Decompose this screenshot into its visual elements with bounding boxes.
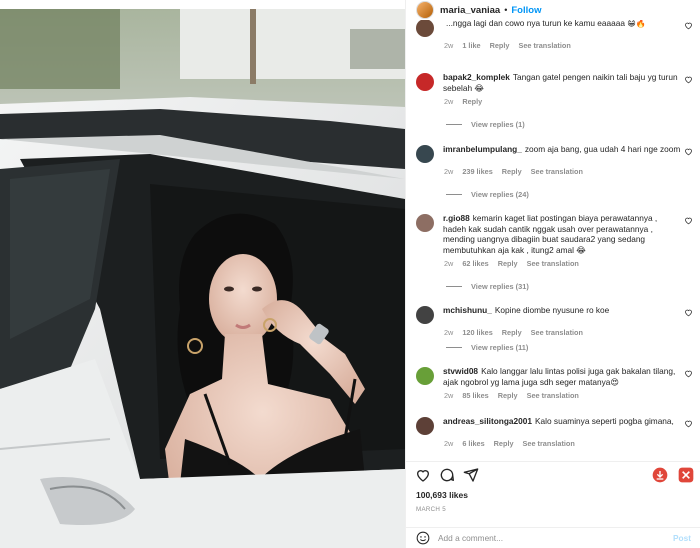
comment-username[interactable]: stvwid08 [443,366,478,376]
comment-text: bapak2_komplek Tangan gatel pengen naikin… [443,72,678,93]
view-replies-button[interactable]: View replies (11) [446,343,528,352]
view-replies-line [446,347,462,348]
reply-button[interactable]: Reply [462,97,482,106]
comment-meta: 2w 6 likes Reply See translation [444,439,700,448]
avatar[interactable] [416,417,434,435]
save-app-icon[interactable] [678,467,694,483]
view-replies-button[interactable]: View replies (24) [446,190,529,199]
share-icon[interactable] [463,467,479,483]
follow-button[interactable]: Follow [511,5,541,16]
comment-text: mchishunu_ Kopine diombe nyusune ro koe [443,305,610,315]
author-avatar[interactable] [416,1,434,19]
list-item: r.gio88 kemarin kaget liat postingan biay… [406,213,700,268]
comment-username[interactable]: imranbelumpulang_ [443,144,522,154]
comment-text: ...ngga lagi dan cowo nya turun ke kamu … [446,20,647,28]
comment-text: imranbelumpulang_ zoom aja bang, gua udah… [443,144,681,154]
list-item: andreas_silitonga2001 Kalo suaminya seper… [406,416,700,448]
post-comment-button[interactable]: Post [673,533,691,543]
comment-meta: 2w 239 likes Reply See translation [444,167,700,176]
reply-button[interactable]: Reply [498,259,518,268]
list-item: ...ngga lagi dan cowo nya turun ke kamu … [406,20,700,50]
reply-button[interactable]: Reply [490,41,510,50]
list-item: stvwid08 Kalo langgar lalu lintas polisi … [406,366,700,400]
see-translation-button[interactable]: See translation [523,439,575,448]
avatar[interactable] [416,214,434,232]
see-translation-button[interactable]: See translation [518,41,570,50]
avatar[interactable] [416,20,434,37]
reply-button[interactable]: Reply [494,439,514,448]
comment-input[interactable] [438,533,658,543]
comment-text: stvwid08 Kalo langgar lalu lintas polisi … [443,366,676,387]
comments-list[interactable]: ...ngga lagi dan cowo nya turun ke kamu … [406,20,700,460]
comment-username[interactable]: mchishunu_ [443,305,492,315]
like-comment-heart-icon[interactable] [684,216,693,225]
comment-meta: 2w Reply [444,97,700,106]
list-item: bapak2_komplek Tangan gatel pengen naikin… [406,72,700,106]
comment-time: 2w [444,439,454,448]
post-sidebar: maria_vaniaa • Follow ...ngga lagi dan c… [405,0,700,548]
author-username[interactable]: maria_vaniaa [440,5,500,16]
view-replies-button[interactable]: View replies (1) [446,120,525,129]
view-replies-line [446,194,462,195]
list-item: mchishunu_ Kopine diombe nyusune ro koe 2… [406,305,700,337]
comment-time: 2w [444,391,454,400]
download-app-icon[interactable] [652,467,668,483]
post-header: maria_vaniaa • Follow [406,0,700,20]
like-comment-heart-icon[interactable] [684,75,693,84]
comment-time: 2w [444,259,454,268]
comment-likes[interactable]: 120 likes [462,328,492,337]
avatar[interactable] [416,367,434,385]
header-separator: • [504,5,508,15]
see-translation-button[interactable]: See translation [531,167,583,176]
comment-time: 2w [444,328,454,337]
like-comment-heart-icon[interactable] [684,147,693,156]
reply-button[interactable]: Reply [498,391,518,400]
post-date[interactable]: MARCH 5 [416,506,446,513]
comment-likes[interactable]: 239 likes [462,167,492,176]
comment-icon[interactable] [439,467,455,483]
like-comment-heart-icon[interactable] [684,369,693,378]
like-comment-heart-icon[interactable] [684,308,693,317]
avatar[interactable] [416,73,434,91]
comment-username[interactable]: r.gio88 [443,213,470,223]
comment-meta: 2w 1 like Reply See translation [444,41,700,50]
see-translation-button[interactable]: See translation [527,259,579,268]
reply-button[interactable]: Reply [502,167,522,176]
comment-username[interactable]: bapak2_komplek [443,72,510,82]
emoji-icon[interactable] [416,531,430,545]
view-replies-button[interactable]: View replies (31) [446,282,529,291]
comment-likes[interactable]: 1 like [462,41,480,50]
likes-count[interactable]: 100,693 likes [416,490,468,500]
avatar[interactable] [416,145,434,163]
post-actions-bar [406,461,700,487]
list-item: imranbelumpulang_ zoom aja bang, gua udah… [406,144,700,176]
view-replies-line [446,124,462,125]
comment-meta: 2w 120 likes Reply See translation [444,328,700,337]
comment-meta: 2w 62 likes Reply See translation [444,259,700,268]
see-translation-button[interactable]: See translation [531,328,583,337]
reply-button[interactable]: Reply [502,328,522,337]
view-replies-line [446,286,462,287]
comment-likes[interactable]: 6 likes [462,439,484,448]
comment-time: 2w [444,167,454,176]
like-comment-heart-icon[interactable] [684,21,693,30]
comment-text: andreas_silitonga2001 Kalo suaminya seper… [443,416,674,426]
see-translation-button[interactable]: See translation [527,391,579,400]
comment-text: r.gio88 kemarin kaget liat postingan biay… [443,213,658,255]
comment-composer: Post [406,527,700,548]
post-photo [0,9,405,548]
comment-likes[interactable]: 85 likes [462,391,488,400]
comment-username[interactable]: andreas_silitonga2001 [443,416,532,426]
avatar[interactable] [416,306,434,324]
comment-meta: 2w 85 likes Reply See translation [444,391,700,400]
like-comment-heart-icon[interactable] [684,419,693,428]
instagram-post-window: maria_vaniaa • Follow ...ngga lagi dan c… [0,0,700,548]
comment-likes[interactable]: 62 likes [462,259,488,268]
comment-time: 2w [444,97,454,106]
heart-icon[interactable] [415,467,431,483]
comment-time: 2w [444,41,454,50]
